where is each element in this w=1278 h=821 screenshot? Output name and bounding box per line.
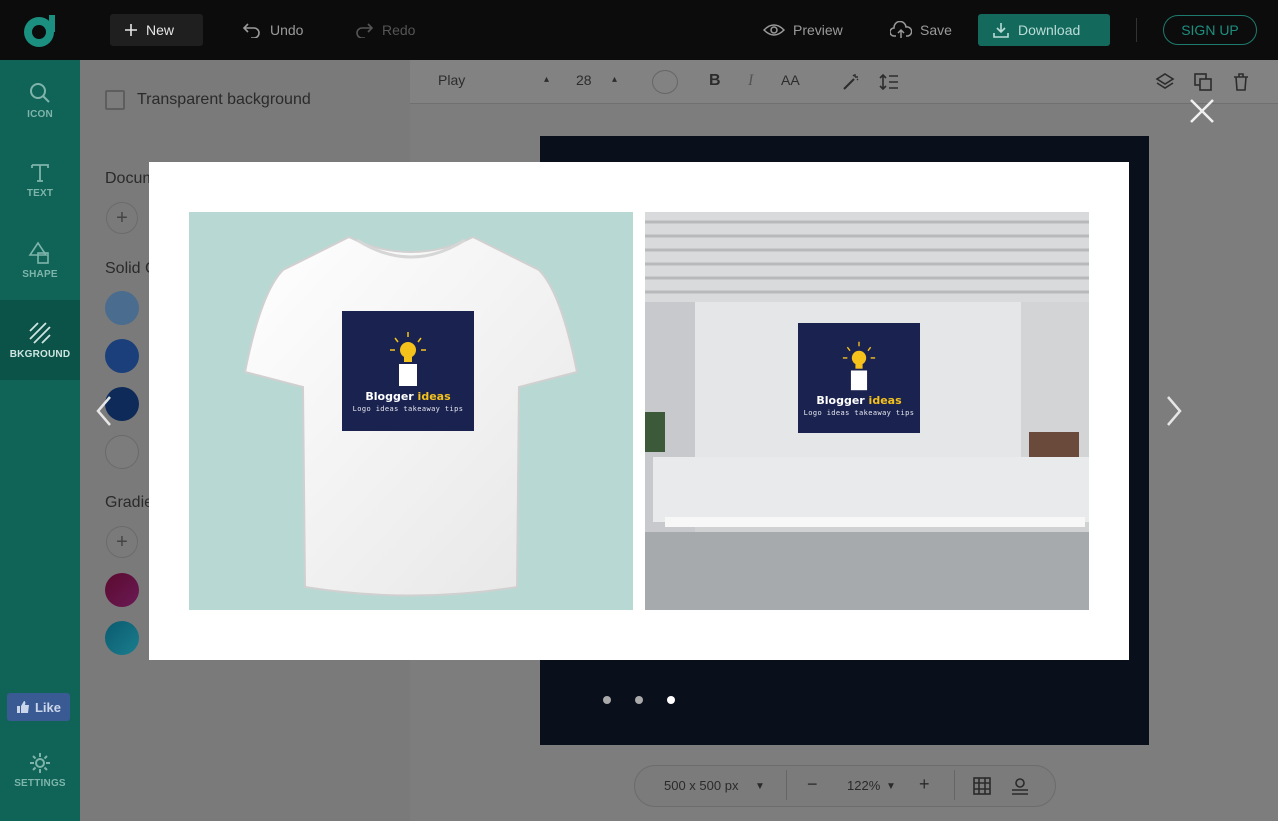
rail-label-icon: ICON xyxy=(27,108,53,120)
add-gradient-button[interactable]: + xyxy=(106,526,138,558)
rail-item-shape[interactable]: SHAPE xyxy=(0,220,80,300)
solid-swatch-2[interactable] xyxy=(105,339,139,373)
carousel-dot-1[interactable] xyxy=(603,696,611,704)
grid-icon[interactable] xyxy=(973,777,991,795)
undo-button[interactable]: Undo xyxy=(228,14,317,46)
transparent-background-checkbox[interactable] xyxy=(105,90,125,110)
font-select-chevron-icon: ▴ xyxy=(544,74,550,85)
duplicate-icon[interactable] xyxy=(1193,72,1213,92)
gradient-swatch-2[interactable] xyxy=(105,621,139,655)
rail-label-shape: SHAPE xyxy=(22,268,58,280)
logo-tagline: Logo ideas takeaway tips xyxy=(803,408,915,417)
save-label: Save xyxy=(920,22,952,38)
shape-icon xyxy=(28,241,49,264)
color-picker-icon[interactable] xyxy=(652,70,678,94)
redo-icon xyxy=(356,23,374,38)
cloud-upload-icon xyxy=(890,21,912,38)
gradient-section-label: Gradie xyxy=(105,494,154,511)
transparent-background-label: Transparent background xyxy=(137,91,311,108)
topbar-divider xyxy=(1136,18,1137,42)
brand-logo-icon[interactable] xyxy=(22,12,58,48)
eye-icon xyxy=(763,24,785,36)
redo-button[interactable]: Redo xyxy=(340,14,429,46)
background-icon xyxy=(29,321,51,344)
close-modal-icon[interactable] xyxy=(1188,97,1216,125)
carousel-dot-2[interactable] xyxy=(635,696,643,704)
new-button[interactable]: New xyxy=(110,14,203,46)
office-logo-card: Blogger ideas Logo ideas takeaway tips xyxy=(798,323,920,433)
gradient-swatch-1[interactable] xyxy=(105,573,139,607)
zoom-level-select[interactable]: 122% xyxy=(847,778,880,793)
carousel-dot-3[interactable] xyxy=(667,696,675,704)
previous-slide-arrow-icon[interactable] xyxy=(94,395,114,427)
tshirt-logo-card: Blogger ideas Logo ideas takeaway tips xyxy=(342,311,474,431)
rail-label-settings: SETTINGS xyxy=(14,777,66,789)
lightbulb-icon xyxy=(842,341,876,390)
preview-button[interactable]: Preview xyxy=(749,14,857,46)
facebook-like-button[interactable]: Like xyxy=(7,693,70,721)
like-label: Like xyxy=(34,699,61,715)
rail-item-icon[interactable]: ICON xyxy=(0,60,80,140)
font-size-select[interactable]: 28 xyxy=(576,72,592,88)
bottom-divider-2 xyxy=(954,770,955,800)
font-select[interactable]: Play xyxy=(438,72,465,88)
layers-icon[interactable] xyxy=(1155,72,1175,92)
bottom-divider xyxy=(786,770,787,800)
text-icon xyxy=(31,163,49,182)
rail-item-text[interactable]: TEXT xyxy=(0,140,80,220)
undo-icon xyxy=(242,23,260,38)
thumbs-up-icon xyxy=(16,701,29,713)
search-icon xyxy=(30,82,50,103)
size-chevron-down-icon: ▼ xyxy=(755,781,765,792)
tshirt-mockup-slide: Blogger ideas Logo ideas takeaway tips xyxy=(189,212,633,610)
new-label: New xyxy=(146,22,175,38)
solid-swatch-4[interactable] xyxy=(105,435,139,469)
logo-title: Blogger ideas xyxy=(816,393,902,407)
canvas-size-select[interactable]: 500 x 500 px xyxy=(664,778,738,793)
next-slide-arrow-icon[interactable] xyxy=(1164,395,1184,427)
download-icon xyxy=(993,23,1009,38)
lightbulb-icon xyxy=(390,331,426,386)
rail-label-background: BKGROUND xyxy=(9,348,71,360)
gear-icon xyxy=(30,752,50,773)
signup-label: SIGN UP xyxy=(1181,22,1239,38)
solid-swatch-1[interactable] xyxy=(105,291,139,325)
download-button[interactable]: Download xyxy=(978,14,1110,46)
magic-wand-icon[interactable] xyxy=(842,73,860,91)
download-label: Download xyxy=(1018,22,1081,38)
preview-label: Preview xyxy=(793,22,843,38)
font-size-chevron-icon: ▴ xyxy=(612,74,618,85)
rail-item-background[interactable]: BKGROUND xyxy=(0,300,80,380)
logo-tagline: Logo ideas takeaway tips xyxy=(352,404,464,413)
add-document-color-button[interactable]: + xyxy=(106,202,138,234)
undo-label: Undo xyxy=(270,22,304,38)
line-spacing-icon[interactable] xyxy=(879,73,899,91)
save-button[interactable]: Save xyxy=(876,14,966,46)
zoom-in-button[interactable]: + xyxy=(919,774,930,795)
align-center-icon[interactable] xyxy=(1011,777,1029,795)
office-mockup-slide: Blogger ideas Logo ideas takeaway tips xyxy=(645,212,1089,610)
signup-button[interactable]: SIGN UP xyxy=(1163,15,1257,45)
rail-label-text: TEXT xyxy=(26,187,54,199)
zoom-chevron-down-icon: ▼ xyxy=(886,781,896,792)
logo-title: Blogger ideas xyxy=(365,389,451,403)
italic-button[interactable]: I xyxy=(748,72,753,90)
trash-icon[interactable] xyxy=(1231,72,1251,92)
redo-label: Redo xyxy=(382,22,416,38)
text-case-button[interactable]: AA xyxy=(781,72,800,88)
bold-button[interactable]: B xyxy=(709,72,721,90)
zoom-out-button[interactable]: − xyxy=(807,774,818,795)
plus-icon xyxy=(125,24,137,36)
rail-item-settings[interactable]: SETTINGS xyxy=(0,730,80,810)
